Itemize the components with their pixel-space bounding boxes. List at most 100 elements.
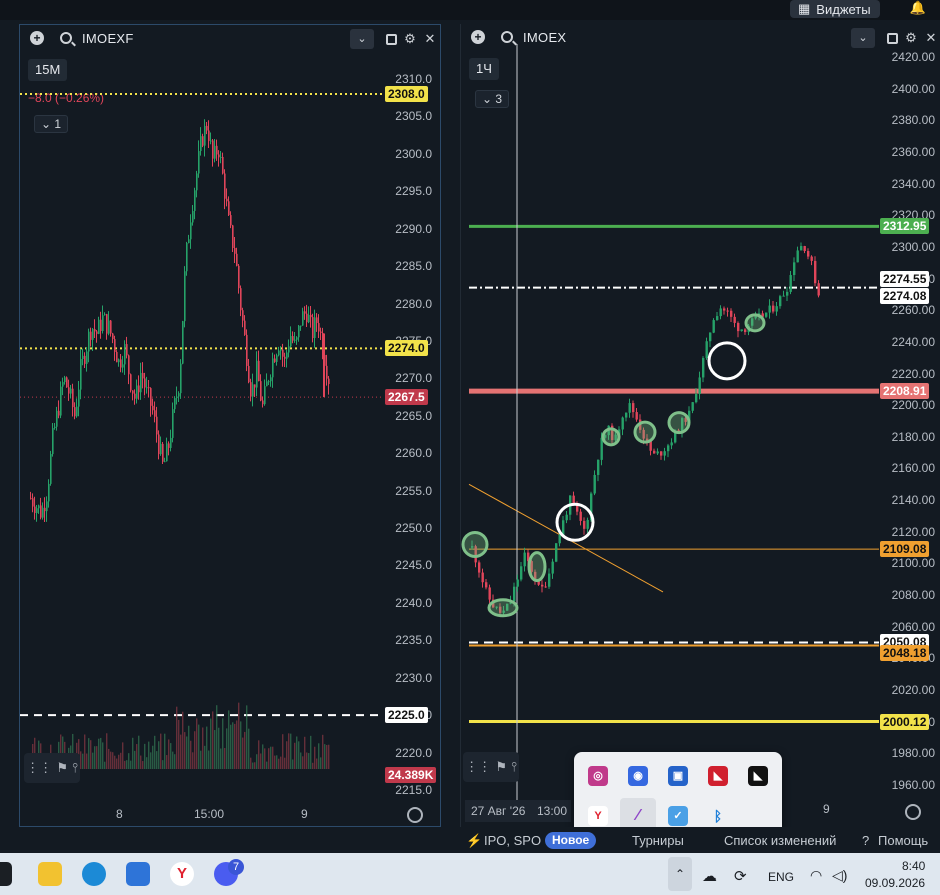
level-tag-orange-2: 2048.18 xyxy=(880,645,930,662)
yandex-browser-icon[interactable]: Y xyxy=(170,862,194,886)
right-price-axis[interactable]: 2420.00 2400.00 2380.00 2360.00 2340.00 2320.… xyxy=(879,24,935,799)
y-tick: 2290.0 xyxy=(395,221,432,236)
app-icon-4[interactable]: ◣ xyxy=(708,766,728,786)
candle-body xyxy=(106,314,108,334)
candle-body xyxy=(78,389,80,407)
clock-time[interactable]: 8:40 xyxy=(902,859,925,873)
candle-body xyxy=(174,398,176,410)
ticker-label[interactable]: IMOEX xyxy=(523,30,566,45)
candle-body xyxy=(148,387,150,389)
candle-body xyxy=(716,316,719,321)
start-icon[interactable] xyxy=(0,862,12,886)
search-icon[interactable] xyxy=(501,31,513,43)
notification-badge: 7 xyxy=(228,859,244,875)
cloud-icon[interactable]: ☁ xyxy=(702,867,717,885)
bluetooth-icon[interactable]: ᛒ xyxy=(708,806,728,826)
help-icon[interactable]: ? xyxy=(862,833,869,848)
y-tick: 2240.00 xyxy=(891,334,935,349)
volume-bar xyxy=(236,720,238,769)
add-icon[interactable]: + xyxy=(471,30,485,44)
drag-handle-icon[interactable]: ⋮⋮ xyxy=(465,759,491,775)
y-tick: 2240.0 xyxy=(395,595,432,610)
search-icon[interactable] xyxy=(60,32,72,44)
candle-body xyxy=(46,501,48,512)
left-chart-canvas[interactable] xyxy=(20,69,384,799)
widgets-button[interactable]: ▦ Виджеты xyxy=(790,0,880,18)
volume-bar xyxy=(184,732,186,769)
flag-ruler-icon[interactable]: ⚑ xyxy=(56,760,68,776)
pin-icon[interactable]: ⫯ xyxy=(511,759,517,775)
candle-body xyxy=(478,562,481,573)
candle-body xyxy=(796,250,799,263)
y-tick: 2260.00 xyxy=(891,303,935,318)
candle-body xyxy=(100,319,102,331)
candle-body xyxy=(544,586,547,588)
candle-body xyxy=(210,140,212,142)
pin-icon[interactable]: ⫯ xyxy=(72,760,78,776)
app-icon-5[interactable]: ◣ xyxy=(748,766,768,786)
candle-body xyxy=(296,337,298,340)
volume-bar xyxy=(150,752,152,769)
chevron-down-icon[interactable]: ⌄ xyxy=(350,29,374,49)
yandex-icon[interactable]: Y xyxy=(588,806,608,826)
changelog-link[interactable]: Список изменений xyxy=(724,833,836,848)
ipo-link[interactable]: IPO, SPO xyxy=(484,833,541,848)
candle-body xyxy=(178,393,180,397)
volume-bar xyxy=(320,757,322,769)
candle-body xyxy=(222,156,224,174)
left-price-axis[interactable]: 2310.0 2305.0 2300.0 2295.0 2290.0 2285.0 2280… xyxy=(384,25,432,800)
candle-body xyxy=(86,351,88,364)
candle-body xyxy=(314,317,316,339)
candle-body xyxy=(214,145,216,159)
marker-circle xyxy=(667,411,691,435)
clock-date[interactable]: 09.09.2026 xyxy=(865,876,925,890)
language-indicator[interactable]: ENG xyxy=(768,870,794,884)
candle-body xyxy=(318,323,320,332)
volume-bar xyxy=(200,750,202,769)
candle-body xyxy=(308,314,310,323)
candle-body xyxy=(248,365,250,383)
candle-body xyxy=(74,407,76,417)
volume-bar xyxy=(328,744,330,769)
volume-bar xyxy=(322,734,324,769)
volume-bar xyxy=(208,750,210,769)
widgets-icon: ▦ xyxy=(798,1,811,16)
candle-body xyxy=(30,498,32,500)
candle-body xyxy=(220,156,222,158)
volume-bar xyxy=(170,743,172,769)
folder-icon[interactable] xyxy=(38,862,62,886)
candle-body xyxy=(723,308,726,311)
candle-body xyxy=(653,450,656,454)
feather-icon[interactable]: ⁄ xyxy=(628,806,648,826)
tournaments-link[interactable]: Турниры xyxy=(632,833,684,848)
shield-icon[interactable]: ✓ xyxy=(668,806,688,826)
drag-handle-icon[interactable]: ⋮⋮ xyxy=(26,760,52,776)
candle-body xyxy=(782,295,785,297)
help-link[interactable]: Помощь xyxy=(878,833,928,848)
bell-icon[interactable]: 🔔 xyxy=(908,0,928,18)
volume-bar xyxy=(272,746,274,769)
marker-circle xyxy=(744,313,766,333)
app-icon-2[interactable]: ◉ xyxy=(628,766,648,786)
chart-settings-icon[interactable] xyxy=(905,804,921,820)
wifi-icon[interactable]: ◠ xyxy=(810,867,822,884)
chevron-up-icon[interactable]: ⌃ xyxy=(668,857,692,891)
edge-icon[interactable] xyxy=(82,862,106,886)
add-icon[interactable]: + xyxy=(30,31,44,45)
candle-body xyxy=(196,173,198,191)
candle-body xyxy=(286,352,288,359)
candle-body xyxy=(194,190,196,211)
sync-icon[interactable]: ⟳ xyxy=(734,867,747,885)
app-icon-3[interactable]: ▣ xyxy=(668,766,688,786)
app-icon-1[interactable]: ◎ xyxy=(588,766,608,786)
flag-ruler-icon[interactable]: ⚑ xyxy=(495,759,507,775)
volume-icon[interactable]: ◁) xyxy=(832,867,847,884)
new-badge[interactable]: Новое xyxy=(545,832,597,849)
y-tick: 2270.0 xyxy=(395,371,432,386)
marker-circle xyxy=(601,427,621,447)
store-icon[interactable] xyxy=(126,862,150,886)
ticker-label[interactable]: IMOEXF xyxy=(82,31,134,46)
volume-bar xyxy=(276,755,278,769)
chart-settings-icon[interactable] xyxy=(407,807,423,823)
right-chart-canvas[interactable] xyxy=(461,44,879,804)
